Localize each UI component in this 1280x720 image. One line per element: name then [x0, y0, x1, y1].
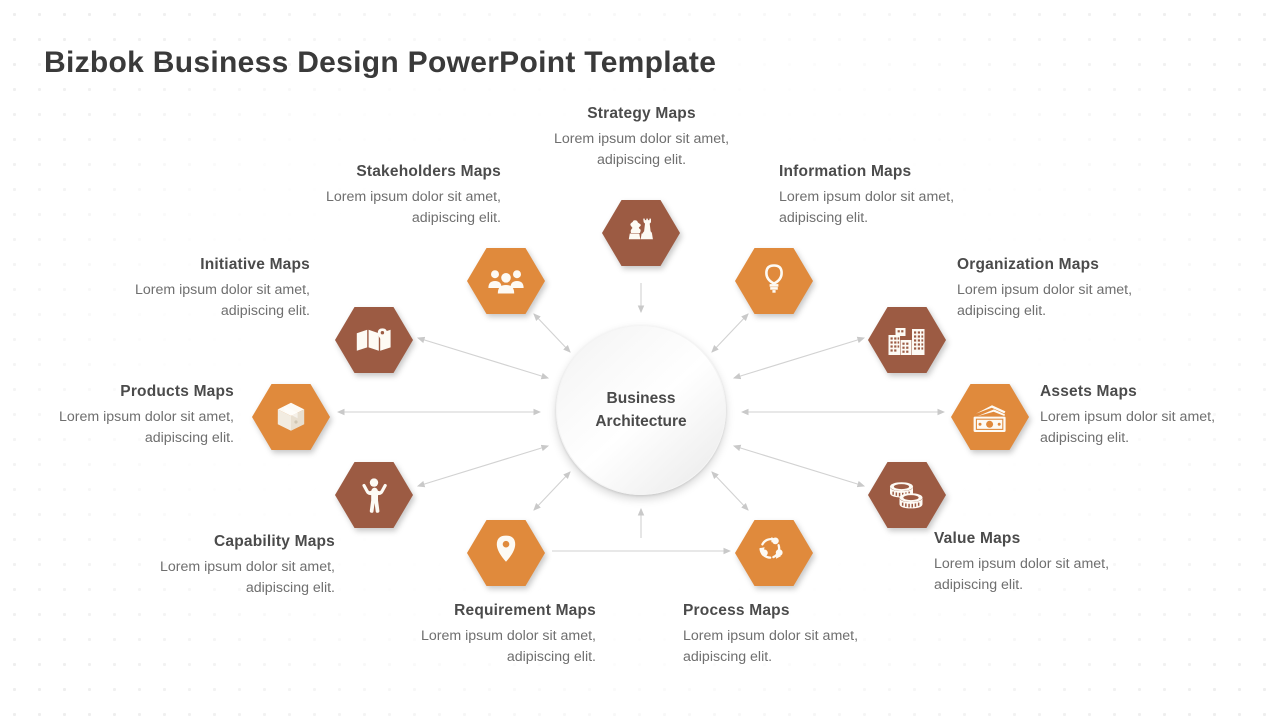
node-desc-stakeholders-line1: Lorem ipsum dolor sit amet, — [325, 189, 501, 205]
center-hub[interactable]: Business Architecture — [556, 325, 726, 495]
node-desc-value-line1: Lorem ipsum dolor sit amet, — [934, 556, 1110, 572]
node-desc-requirement-line2: adipiscing elit. — [506, 649, 596, 666]
node-text-products: Products Maps Lorem ipsum dolor sit amet… — [10, 383, 234, 449]
node-text-process: Process Maps Lorem ipsum dolor sit amet,… — [683, 602, 983, 668]
node-title-process: Process Maps — [683, 602, 790, 619]
node-desc-capability-line1: Lorem ipsum dolor sit amet, — [159, 559, 335, 575]
node-desc-products-line2: adipiscing elit. — [144, 430, 234, 447]
diagram-stage: Business Architecture Strategy Maps Lore… — [0, 0, 1280, 720]
center-hub-line2: Architecture — [595, 413, 687, 430]
node-title-strategy: Strategy Maps — [587, 105, 696, 122]
node-desc-information-line1: Lorem ipsum dolor sit amet, — [779, 189, 955, 205]
node-title-requirement: Requirement Maps — [454, 602, 596, 619]
hex-node-value[interactable] — [868, 460, 946, 530]
node-desc-requirement-line1: Lorem ipsum dolor sit amet, — [420, 628, 596, 644]
node-text-requirement: Requirement Maps Lorem ipsum dolor sit a… — [190, 602, 596, 668]
node-text-organization: Organization Maps Lorem ipsum dolor sit … — [957, 256, 1260, 322]
hex-node-initiative[interactable] — [335, 305, 413, 375]
node-desc-value-line2: adipiscing elit. — [934, 577, 1024, 594]
node-title-capability: Capability Maps — [214, 533, 335, 550]
hex-node-capability[interactable] — [335, 460, 413, 530]
node-title-products: Products Maps — [120, 383, 234, 400]
hex-node-strategy[interactable] — [602, 198, 680, 268]
node-desc-initiative-line2: adipiscing elit. — [220, 303, 310, 320]
node-desc-products-line1: Lorem ipsum dolor sit amet, — [58, 409, 234, 425]
node-desc-strategy-line2: adipiscing elit. — [596, 152, 687, 169]
node-text-capability: Capability Maps Lorem ipsum dolor sit am… — [20, 533, 335, 599]
hex-node-process[interactable] — [735, 518, 813, 588]
node-desc-organization-line1: Lorem ipsum dolor sit amet, — [957, 282, 1133, 298]
node-text-strategy: Strategy Maps Lorem ipsum dolor sit amet… — [479, 105, 804, 171]
node-title-assets: Assets Maps — [1040, 383, 1137, 400]
hex-node-information[interactable] — [735, 246, 813, 316]
node-title-stakeholders: Stakeholders Maps — [356, 163, 501, 180]
hex-node-products[interactable] — [252, 382, 330, 452]
node-text-stakeholders: Stakeholders Maps Lorem ipsum dolor sit … — [20, 163, 501, 229]
hex-node-organization[interactable] — [868, 305, 946, 375]
node-desc-capability-line2: adipiscing elit. — [245, 580, 335, 597]
node-text-initiative: Initiative Maps Lorem ipsum dolor sit am… — [20, 256, 310, 322]
node-text-assets: Assets Maps Lorem ipsum dolor sit amet, … — [1040, 383, 1280, 449]
node-title-value: Value Maps — [934, 530, 1021, 547]
node-desc-strategy-line1: Lorem ipsum dolor sit amet, — [553, 131, 730, 147]
center-hub-line1: Business — [606, 389, 676, 407]
node-desc-assets-line1: Lorem ipsum dolor sit amet, — [1040, 409, 1216, 425]
node-title-organization: Organization Maps — [957, 256, 1100, 273]
node-desc-information-line2: adipiscing elit. — [779, 210, 869, 227]
node-desc-initiative-line1: Lorem ipsum dolor sit amet, — [134, 282, 310, 298]
node-text-value: Value Maps Lorem ipsum dolor sit amet, a… — [934, 530, 1264, 596]
node-desc-process-line2: adipiscing elit. — [683, 649, 773, 666]
node-desc-assets-line2: adipiscing elit. — [1040, 430, 1130, 447]
node-desc-organization-line2: adipiscing elit. — [957, 303, 1047, 320]
hex-node-requirement[interactable] — [467, 518, 545, 588]
node-desc-process-line1: Lorem ipsum dolor sit amet, — [683, 628, 859, 644]
hex-node-stakeholders[interactable] — [467, 246, 545, 316]
node-text-information: Information Maps Lorem ipsum dolor sit a… — [779, 163, 1260, 229]
node-title-information: Information Maps — [779, 163, 912, 180]
hex-node-assets[interactable] — [951, 382, 1029, 452]
node-desc-stakeholders-line2: adipiscing elit. — [411, 210, 501, 227]
node-title-initiative: Initiative Maps — [200, 256, 310, 273]
